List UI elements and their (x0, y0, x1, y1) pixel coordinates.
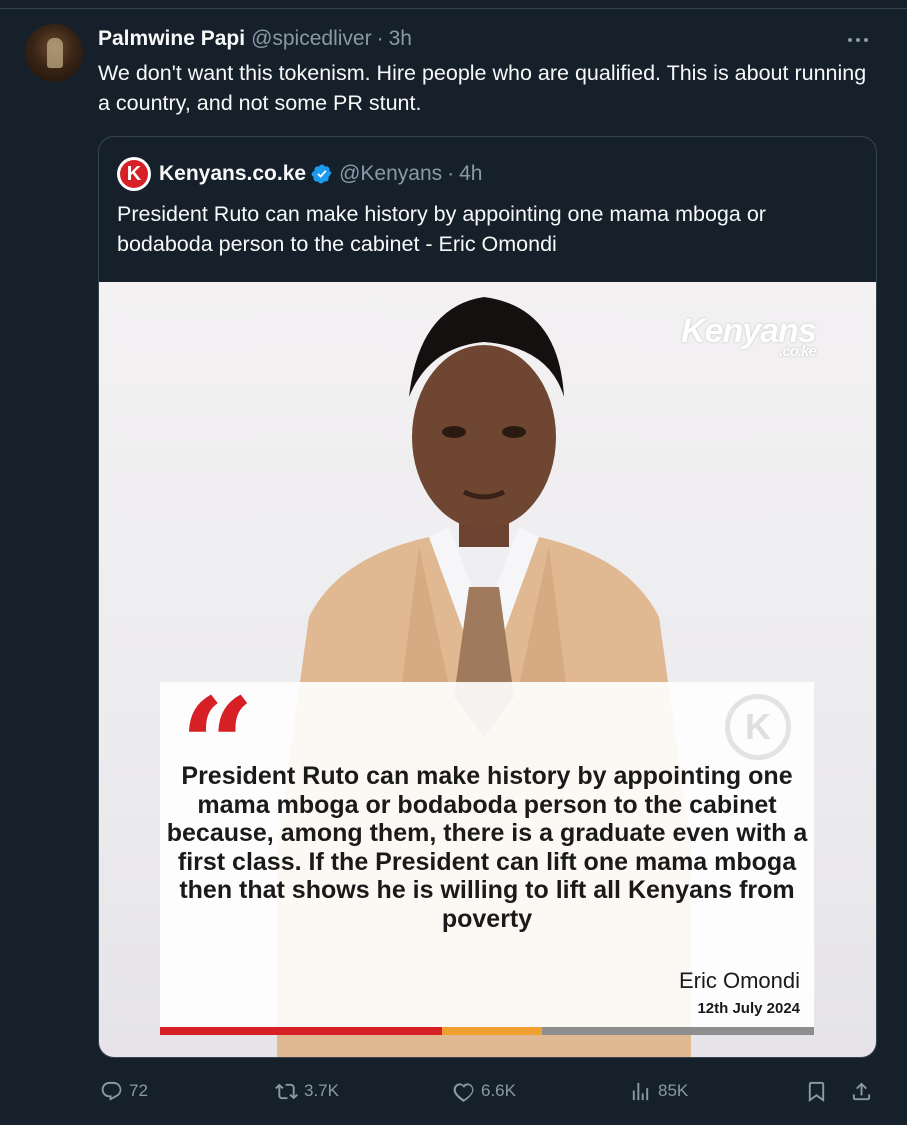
bar-red (160, 1027, 442, 1035)
bar-grey (542, 1027, 814, 1035)
card-date: 12th July 2024 (697, 1000, 800, 1017)
quoted-tweet[interactable]: K Kenyans.co.ke @Kenyans · 4h President … (98, 136, 877, 1058)
tweet-header: Palmwine Papi @spicedliver · 3h (98, 27, 412, 51)
tweet-text: We don't want this tokenism. Hire people… (98, 61, 867, 115)
retweet-icon (275, 1083, 298, 1099)
quoted-time[interactable]: 4h (459, 162, 482, 186)
bookmark-button[interactable] (805, 1074, 828, 1108)
tweet-time[interactable]: 3h (389, 27, 412, 51)
share-button[interactable] (850, 1074, 873, 1108)
card-logo-icon: K (725, 694, 791, 760)
retweet-button[interactable]: 3.7K (275, 1074, 339, 1108)
separator-dot: · (376, 27, 384, 50)
avatar[interactable] (25, 24, 83, 82)
reply-button[interactable]: 72 (100, 1074, 148, 1108)
author-handle[interactable]: @spicedliver (251, 27, 372, 51)
views-button[interactable]: 85K (629, 1074, 688, 1108)
card-author: Eric Omondi (678, 968, 800, 993)
quoted-text: President Ruto can make history by appoi… (117, 202, 766, 256)
tweet-actions: 72 3.7K 6.6K 85K (100, 1074, 880, 1108)
bar-orange (442, 1027, 542, 1035)
like-button[interactable]: 6.6K (452, 1074, 516, 1108)
verified-icon (311, 164, 332, 184)
kenyans-logo-icon: K (120, 160, 148, 188)
author-name[interactable]: Palmwine Papi (98, 27, 245, 51)
quoted-separator: · (447, 162, 455, 185)
like-count: 6.6K (481, 1081, 516, 1100)
quoted-avatar[interactable]: K (117, 157, 151, 191)
quoted-author-name[interactable]: Kenyans.co.ke (159, 162, 306, 186)
quoted-handle[interactable]: @Kenyans (339, 162, 442, 186)
retweet-count: 3.7K (304, 1081, 339, 1100)
quoted-image[interactable]: Kenyans .co.ke “ K President Ruto can ma… (99, 282, 876, 1057)
view-count: 85K (658, 1081, 689, 1100)
like-icon (453, 1082, 474, 1102)
views-icon (632, 1082, 649, 1100)
kenyans-watermark: Kenyans .co.ke (681, 312, 817, 360)
more-icon[interactable] (848, 34, 876, 46)
top-divider (0, 0, 907, 9)
bookmark-icon (808, 1081, 825, 1102)
reply-icon (101, 1081, 122, 1101)
avatar-figure (47, 38, 63, 68)
card-quote-text: President Ruto can make history by appoi… (166, 762, 808, 933)
color-bars (160, 1027, 814, 1035)
share-icon (852, 1081, 871, 1100)
quote-card: “ K President Ruto can make history by a… (160, 681, 814, 1035)
reply-count: 72 (129, 1081, 148, 1100)
quoted-header: K Kenyans.co.ke @Kenyans · 4h (117, 157, 482, 191)
